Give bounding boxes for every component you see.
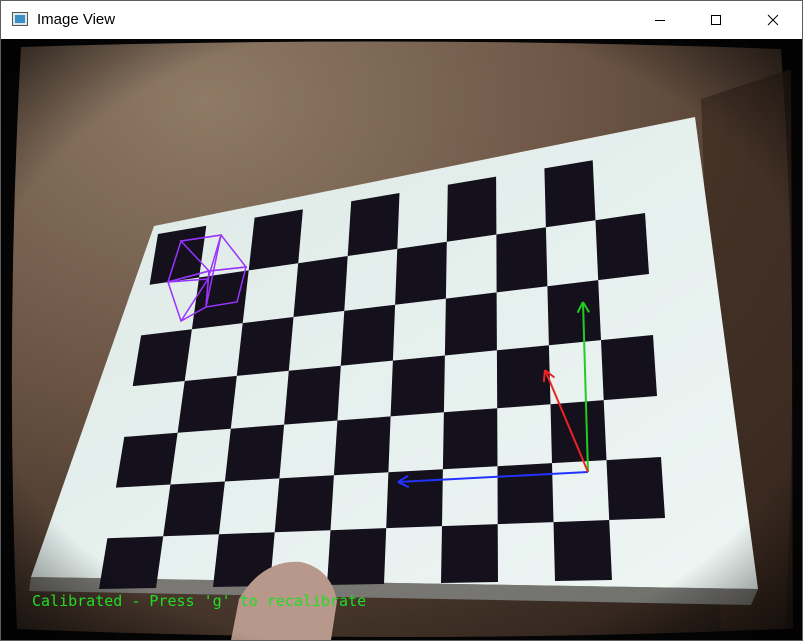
board-square: [293, 256, 348, 317]
window-title: Image View: [37, 11, 116, 28]
board-square: [497, 463, 554, 525]
close-icon: [767, 14, 779, 26]
maximize-button[interactable]: [693, 1, 739, 39]
board-square: [327, 528, 387, 585]
board-square: [496, 227, 548, 293]
board-square: [547, 280, 601, 346]
board-square: [442, 408, 498, 470]
board-square: [386, 469, 443, 529]
board-square: [606, 457, 665, 520]
board-square: [274, 475, 334, 533]
board-square: [236, 317, 294, 376]
camera-view[interactable]: Calibrated - Press 'g' to recalibrate: [1, 39, 802, 640]
board-square: [446, 176, 497, 242]
board-square: [347, 193, 400, 256]
title-bar[interactable]: Image View: [1, 1, 802, 39]
board-square: [395, 241, 447, 305]
image-view-window: Image View Calibrated - Press 'g' to rec…: [0, 0, 803, 641]
board-square: [595, 213, 649, 281]
board-square: [444, 292, 497, 356]
board-square: [248, 209, 303, 271]
close-button[interactable]: [750, 1, 796, 39]
board-square: [149, 225, 207, 285]
board-square: [544, 160, 596, 228]
board-square: [99, 536, 164, 589]
board-square: [496, 345, 551, 409]
board-square: [441, 524, 498, 583]
board-square: [601, 335, 657, 401]
minimize-button[interactable]: [637, 1, 683, 39]
board-square: [553, 520, 612, 581]
minimize-icon: [655, 20, 665, 21]
board-square: [550, 400, 607, 464]
board-square: [163, 481, 225, 537]
camera-frame: [1, 39, 802, 640]
app-icon: [12, 12, 28, 26]
board-square: [132, 329, 192, 387]
calibration-status: Calibrated - Press 'g' to recalibrate: [32, 592, 367, 610]
maximize-icon: [711, 15, 721, 25]
board-square: [340, 304, 396, 366]
board-square: [284, 365, 341, 425]
board-square: [333, 416, 391, 476]
board-square: [115, 432, 178, 488]
board-square: [390, 355, 445, 417]
board-square: [177, 375, 237, 433]
board-square: [224, 424, 285, 482]
